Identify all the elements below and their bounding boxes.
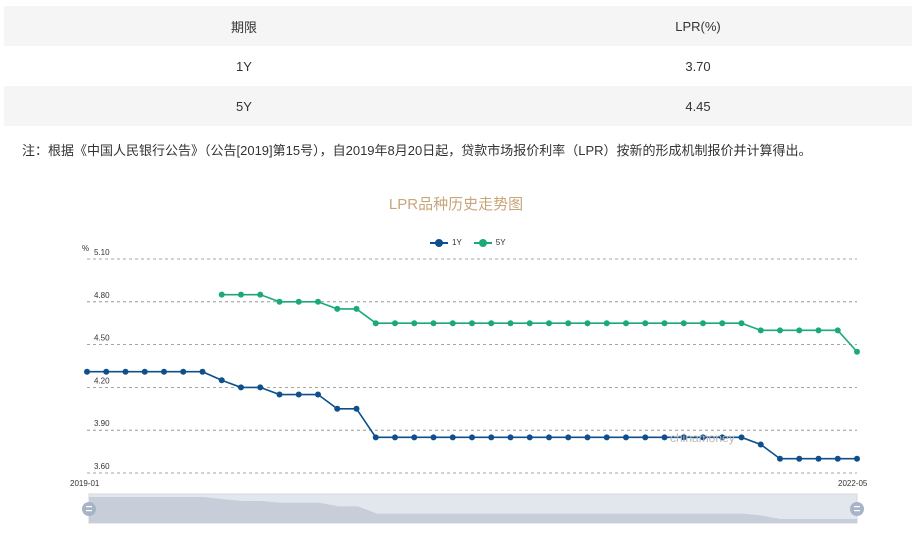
data-point-5y[interactable]: [700, 320, 706, 327]
data-point-5y[interactable]: [372, 320, 379, 327]
data-point-5y[interactable]: [815, 327, 822, 334]
data-point-5y[interactable]: [334, 305, 341, 312]
data-point-1y[interactable]: [218, 377, 225, 384]
data-point-1y[interactable]: [161, 368, 167, 375]
y-axis-unit: %: [82, 244, 89, 253]
data-point-1y[interactable]: [315, 391, 321, 398]
data-zoom-handle-right[interactable]: [850, 502, 864, 516]
data-point-5y[interactable]: [218, 291, 225, 298]
data-point-1y[interactable]: [738, 434, 745, 441]
data-point-5y[interactable]: [854, 348, 860, 355]
data-point-1y[interactable]: [430, 434, 437, 441]
data-point-1y[interactable]: [449, 434, 456, 441]
data-point-1y[interactable]: [122, 368, 129, 375]
data-point-1y[interactable]: [834, 455, 841, 462]
data-point-1y[interactable]: [757, 441, 764, 448]
series-layer: [84, 291, 860, 462]
x-axis-end-label: 2022-05: [838, 479, 868, 488]
watermark: chinamoney: [670, 431, 735, 445]
data-point-5y[interactable]: [738, 320, 745, 327]
data-point-1y[interactable]: [84, 368, 90, 375]
data-point-5y[interactable]: [257, 291, 264, 298]
data-point-1y[interactable]: [661, 434, 668, 441]
data-point-1y[interactable]: [103, 368, 110, 375]
data-point-1y[interactable]: [603, 434, 610, 441]
data-point-5y[interactable]: [507, 320, 514, 327]
y-tick-label: 4.20: [94, 376, 110, 385]
data-point-1y[interactable]: [372, 434, 379, 441]
data-zoom-handle-left[interactable]: [82, 502, 96, 516]
data-point-1y[interactable]: [507, 434, 514, 441]
data-point-1y[interactable]: [642, 434, 649, 441]
data-point-5y[interactable]: [796, 327, 803, 334]
data-point-5y[interactable]: [392, 320, 398, 327]
data-point-5y[interactable]: [353, 305, 360, 312]
data-point-1y[interactable]: [295, 391, 302, 398]
data-point-1y[interactable]: [141, 368, 148, 375]
data-point-1y[interactable]: [854, 455, 860, 462]
data-point-1y[interactable]: [584, 434, 591, 441]
data-point-1y[interactable]: [353, 405, 360, 412]
data-point-5y[interactable]: [777, 327, 783, 334]
data-point-5y[interactable]: [238, 291, 244, 298]
data-point-5y[interactable]: [603, 320, 610, 327]
x-axis-start-label: 2019-01: [70, 479, 100, 488]
data-point-5y[interactable]: [295, 298, 302, 305]
data-point-5y[interactable]: [623, 320, 629, 327]
data-point-1y[interactable]: [815, 455, 822, 462]
data-point-5y[interactable]: [719, 320, 726, 327]
data-point-1y[interactable]: [276, 391, 283, 398]
data-point-5y[interactable]: [411, 320, 418, 327]
y-tick-label: 3.60: [94, 462, 110, 471]
data-point-5y[interactable]: [469, 320, 475, 327]
data-point-5y[interactable]: [526, 320, 533, 327]
lpr-line-chart: % 5.10 4.80 4.50 4.20 3.90 3.60 2019-01 2022-…: [70, 244, 868, 524]
data-point-5y[interactable]: [680, 320, 687, 327]
data-point-5y[interactable]: [315, 298, 321, 305]
data-point-5y[interactable]: [488, 320, 495, 327]
data-point-5y[interactable]: [565, 320, 572, 327]
data-point-5y[interactable]: [584, 320, 591, 327]
data-point-5y[interactable]: [276, 298, 283, 305]
data-point-5y[interactable]: [449, 320, 456, 327]
data-point-1y[interactable]: [565, 434, 572, 441]
data-point-1y[interactable]: [411, 434, 418, 441]
data-point-5y[interactable]: [757, 327, 764, 334]
data-point-1y[interactable]: [796, 455, 803, 462]
data-point-5y[interactable]: [834, 327, 841, 334]
data-point-1y[interactable]: [238, 384, 244, 391]
data-point-1y[interactable]: [488, 434, 495, 441]
y-tick-label: 4.50: [94, 334, 110, 343]
data-point-5y[interactable]: [661, 320, 668, 327]
y-tick-label: 3.90: [94, 419, 110, 428]
data-point-5y[interactable]: [430, 320, 437, 327]
data-point-1y[interactable]: [469, 434, 475, 441]
data-point-1y[interactable]: [777, 455, 783, 462]
data-point-1y[interactable]: [199, 368, 206, 375]
data-point-1y[interactable]: [546, 434, 552, 441]
data-point-1y[interactable]: [623, 434, 629, 441]
data-point-5y[interactable]: [642, 320, 649, 327]
data-point-5y[interactable]: [546, 320, 552, 327]
data-point-1y[interactable]: [392, 434, 398, 441]
data-point-1y[interactable]: [334, 405, 341, 412]
data-point-1y[interactable]: [180, 368, 187, 375]
data-point-1y[interactable]: [526, 434, 533, 441]
data-point-1y[interactable]: [257, 384, 264, 391]
y-tick-label: 4.80: [94, 291, 110, 300]
series-line-1y: [87, 370, 857, 460]
y-tick-label: 5.10: [94, 248, 110, 257]
